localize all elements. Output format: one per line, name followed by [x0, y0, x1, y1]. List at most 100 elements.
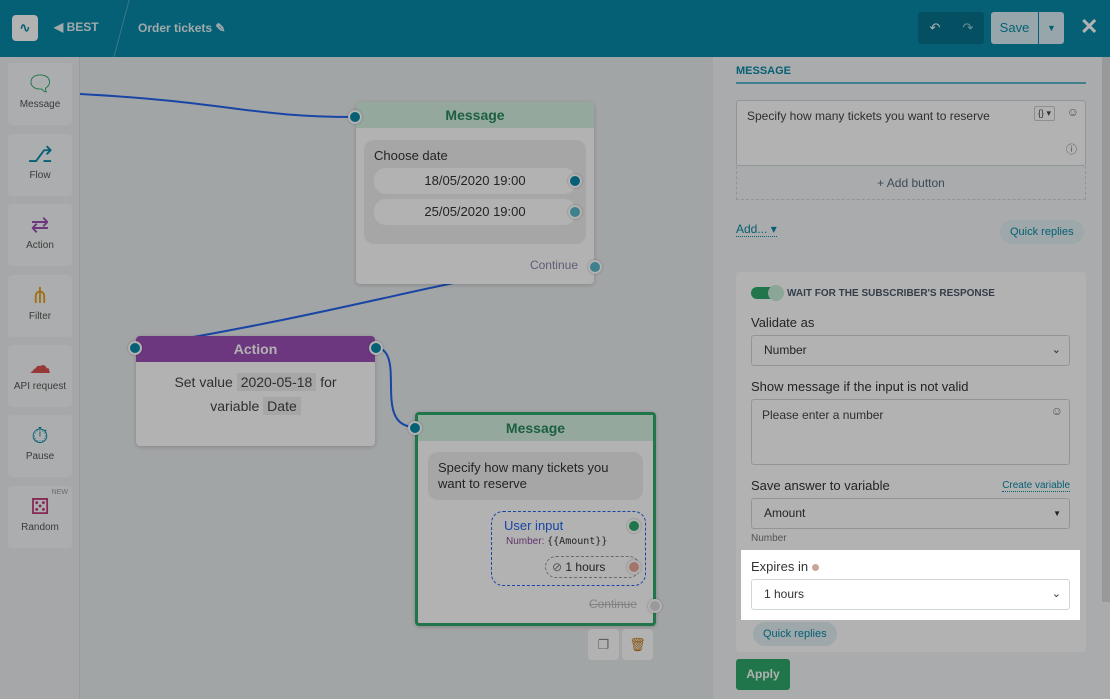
redo-button[interactable]: ↷: [952, 12, 984, 44]
item-label: API request: [13, 381, 67, 392]
breadcrumb-brand[interactable]: ◀ BEST: [54, 20, 99, 34]
top-bar: ∿ ◀ BEST Order tickets ✎ ↶ ↷ Save ▼ ✕: [0, 0, 1110, 57]
add-button[interactable]: + Add button: [736, 166, 1086, 200]
trash-icon[interactable]: 🗑: [622, 629, 653, 660]
item-label: Filter: [28, 311, 52, 322]
message-textarea[interactable]: Specify how many tickets you want to res…: [736, 100, 1086, 166]
wait-toggle[interactable]: [751, 285, 784, 301]
create-variable-link[interactable]: Create variable: [1002, 480, 1070, 492]
input-port[interactable]: [128, 341, 142, 355]
info-icon[interactable]: ⓘ: [1066, 141, 1077, 157]
action-node[interactable]: Action Set value 2020-05-18 for variable…: [128, 336, 383, 446]
status-dot: [811, 564, 819, 571]
caret-down-icon: ▼: [1053, 509, 1061, 518]
properties-panel: MESSAGE Specify how many tickets you wan…: [713, 57, 1110, 699]
sidebar-item-api-request[interactable]: ☁ API request: [8, 345, 72, 407]
item-label: Message: [19, 99, 61, 110]
expires-label: Expires in: [751, 559, 819, 574]
validate-select[interactable]: Number ⌄: [751, 335, 1070, 366]
emoji-icon[interactable]: ☺: [1067, 105, 1079, 119]
message-bubble: Specify how many tickets you want to res…: [428, 452, 643, 500]
node-title: Action: [136, 336, 375, 362]
copy-icon[interactable]: ❐: [588, 629, 619, 660]
save-button[interactable]: Save: [991, 12, 1038, 44]
node-title: Message: [356, 102, 594, 128]
undo-button[interactable]: ↶: [918, 12, 952, 44]
validate-label: Validate as: [751, 315, 815, 330]
value-tag: 2020-05-18: [236, 373, 317, 391]
item-label: Random: [21, 522, 59, 533]
sidebar-item-action[interactable]: ⇄ Action: [8, 204, 72, 266]
flow-canvas[interactable]: Message Choose date 18/05/2020 19:00 25/…: [80, 57, 713, 699]
message-node-1[interactable]: Message Choose date 18/05/2020 19:00 25/…: [348, 102, 602, 284]
chevron-down-icon: ⌄: [1051, 588, 1061, 600]
variable-select[interactable]: Amount ▼: [751, 498, 1070, 529]
continue-label: Continue: [529, 258, 578, 272]
components-sidebar: 🗨 Message ⎇ Flow ⇄ Action ⋔ Filter ☁ API requ…: [0, 57, 80, 699]
timeout-pill[interactable]: ⊘ 1 hours: [545, 556, 640, 578]
wait-label: WAIT FOR THE SUBSCRIBER'S RESPONSE: [787, 288, 995, 299]
add-dropdown[interactable]: Add... ▾: [736, 222, 777, 237]
user-input-box[interactable]: User input Number: {{Amount}} ⊘ 1 hours: [491, 511, 646, 586]
output-port[interactable]: [568, 205, 582, 219]
ban-icon: ⊘: [552, 560, 563, 574]
timeout-port[interactable]: [627, 560, 641, 574]
save-dropdown-button[interactable]: ▼: [1039, 12, 1064, 44]
cloud-icon: ☁: [29, 353, 51, 378]
user-input-title: User input: [504, 518, 564, 533]
sidebar-item-filter[interactable]: ⋔ Filter: [8, 275, 72, 337]
sidebar-item-message[interactable]: 🗨 Message: [8, 63, 72, 125]
new-badge: NEW: [51, 489, 68, 496]
message-text: Choose date: [374, 148, 448, 163]
input-port[interactable]: [408, 421, 422, 435]
continue-label: Continue: [588, 597, 637, 611]
node-title: Message: [418, 415, 653, 441]
action-description: Set value 2020-05-18 for variable Date: [174, 373, 337, 415]
save-variable-label: Save answer to variable: [751, 478, 890, 493]
emoji-icon[interactable]: ☺: [1051, 404, 1063, 418]
close-icon[interactable]: ✕: [1080, 14, 1098, 40]
scrollbar[interactable]: [1102, 57, 1110, 602]
item-label: Pause: [25, 451, 55, 462]
item-label: Flow: [29, 170, 51, 181]
date-button-1[interactable]: 18/05/2020 19:00: [374, 168, 582, 194]
input-variable: {{Amount}}: [547, 536, 608, 547]
connection-line: [80, 93, 356, 118]
filter-icon: ⋔: [30, 283, 50, 308]
message-icon: 🗨: [26, 71, 54, 96]
dice-icon: ⚄: [30, 494, 50, 519]
date-button-2[interactable]: 25/05/2020 19:00: [374, 199, 582, 225]
continue-port[interactable]: [648, 599, 662, 613]
quick-replies-button-2[interactable]: Quick replies: [753, 622, 837, 646]
stopwatch-icon: ⏱: [31, 423, 49, 448]
sidebar-item-random[interactable]: NEW ⚄ Random: [8, 486, 72, 548]
flow-icon: ⎇: [27, 142, 53, 167]
variable-tag: Date: [263, 397, 301, 415]
flow-title: Order tickets: [138, 21, 213, 35]
breadcrumb-separator: [104, 0, 130, 57]
pencil-icon[interactable]: ✎: [215, 21, 225, 35]
sidebar-item-pause[interactable]: ⏱ Pause: [8, 415, 72, 477]
sidebar-item-flow[interactable]: ⎇ Flow: [8, 134, 72, 196]
expires-select[interactable]: 1 hours ⌄: [751, 579, 1070, 610]
item-label: Action: [26, 240, 54, 251]
quick-replies-button[interactable]: Quick replies: [1000, 220, 1084, 244]
continue-port[interactable]: [588, 260, 602, 274]
output-port[interactable]: [568, 174, 582, 188]
brand-name: BEST: [66, 20, 99, 34]
connection-line: [372, 346, 416, 428]
variable-type: Number: [751, 533, 787, 544]
apply-button[interactable]: Apply: [736, 659, 790, 690]
invalid-message-label: Show message if the input is not valid: [751, 379, 969, 394]
action-icon: ⇄: [30, 212, 50, 237]
app-logo-icon[interactable]: ∿: [12, 15, 38, 41]
flow-name[interactable]: Order tickets ✎: [138, 21, 225, 35]
message-node-2[interactable]: Message Specify how many tickets you wan…: [408, 412, 662, 626]
chevron-down-icon: ⌄: [1051, 344, 1061, 356]
message-bubble: Choose date 18/05/2020 19:00 25/05/2020 …: [364, 140, 586, 244]
input-port[interactable]: [348, 110, 362, 124]
variable-insert-icon[interactable]: {} ▾: [1033, 106, 1055, 121]
output-port[interactable]: [627, 519, 641, 533]
invalid-message-textarea[interactable]: Please enter a number ☺: [751, 399, 1070, 465]
output-port[interactable]: [369, 341, 383, 355]
